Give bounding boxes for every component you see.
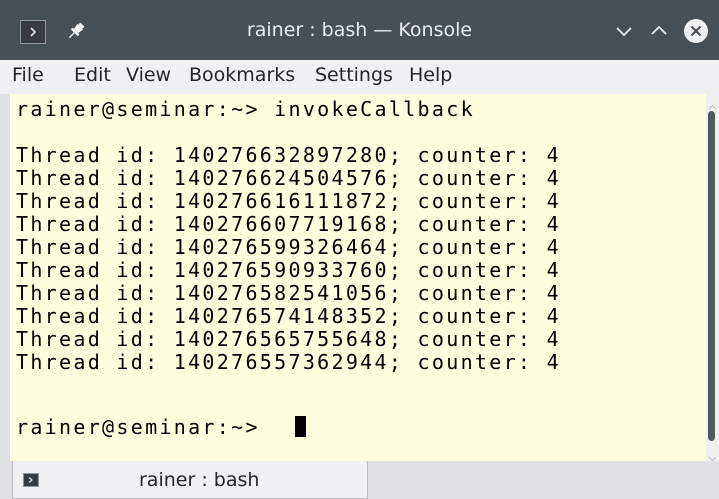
terminal-line: Thread id: 140276632897280; counter: 4 <box>16 143 561 167</box>
terminal-line: Thread id: 140276582541056; counter: 4 <box>16 281 561 305</box>
menu-bookmarks[interactable]: Bookmarks <box>189 60 295 94</box>
tab-rainer-bash[interactable]: rainer : bash <box>12 461 368 499</box>
terminal-line: rainer@seminar:~> invokeCallback <box>16 97 475 121</box>
terminal-line: Thread id: 140276557362944; counter: 4 <box>16 350 561 374</box>
terminal-line: Thread id: 140276616111872; counter: 4 <box>16 189 561 213</box>
chevron-down-icon[interactable] <box>612 19 636 43</box>
menu-bar: File Edit View Bookmarks Settings Help <box>0 60 719 94</box>
menu-help[interactable]: Help <box>409 60 452 94</box>
chevron-up-icon[interactable] <box>647 19 671 43</box>
terminal-line: Thread id: 140276590933760; counter: 4 <box>16 258 561 282</box>
terminal-line: Thread id: 140276565755648; counter: 4 <box>16 327 561 351</box>
scrollbar-thumb[interactable] <box>708 111 715 441</box>
terminal-line: Thread id: 140276599326464; counter: 4 <box>16 235 561 259</box>
terminal-output[interactable]: rainer@seminar:~> invokeCallback Thread … <box>10 94 706 461</box>
terminal-line: Thread id: 140276607719168; counter: 4 <box>16 212 561 236</box>
terminal-line: Thread id: 140276624504576; counter: 4 <box>16 166 561 190</box>
scroll-down-icon[interactable] <box>707 448 718 462</box>
text-cursor <box>295 416 306 437</box>
menu-settings[interactable]: Settings <box>315 60 393 94</box>
tab-bar: rainer : bash <box>0 461 719 499</box>
tab-label: rainer : bash <box>139 469 260 491</box>
close-icon[interactable] <box>684 19 708 43</box>
scroll-up-icon[interactable] <box>707 97 718 110</box>
terminal-icon <box>23 473 39 487</box>
terminal-prompt: rainer@seminar:~> <box>16 415 275 439</box>
menu-edit[interactable]: Edit <box>74 60 111 94</box>
menu-view[interactable]: View <box>126 60 171 94</box>
vertical-scrollbar[interactable] <box>706 94 719 462</box>
menu-file[interactable]: File <box>12 60 44 94</box>
title-bar[interactable]: rainer : bash — Konsole <box>0 0 719 60</box>
terminal-line: Thread id: 140276574148352; counter: 4 <box>16 304 561 328</box>
